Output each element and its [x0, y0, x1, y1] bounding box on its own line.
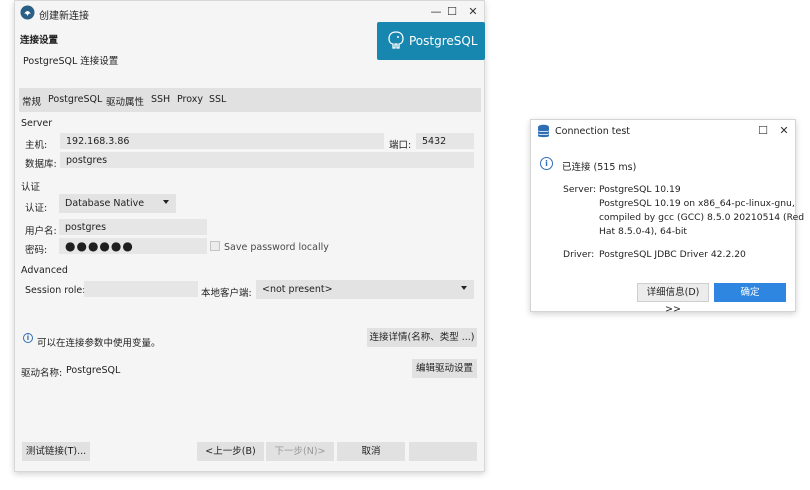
elephant-icon — [386, 30, 406, 53]
username-label: 用户名: — [25, 226, 57, 237]
window-title: 创建新连接 — [39, 11, 89, 22]
variables-info-text: 可以在连接参数中使用变量。 — [37, 338, 161, 349]
save-password-checkbox[interactable] — [210, 241, 220, 251]
details-button[interactable]: 详细信息(D) >> — [637, 283, 709, 315]
server-label: Server: — [563, 184, 597, 195]
port-label: 端口: — [389, 140, 412, 151]
host-input[interactable]: 192.168.3.86 — [60, 133, 384, 149]
save-password-label: Save password locally — [224, 242, 329, 253]
server-line-4: Hat 8.5.0-4), 64-bit — [599, 226, 688, 237]
conn-dialog-title: Connection test — [555, 126, 631, 137]
info-icon: i — [23, 333, 33, 343]
server-line-2: PostgreSQL 10.19 on x86_64-pc-linux-gnu, — [599, 198, 795, 209]
tab-proxy[interactable]: Proxy — [177, 94, 203, 105]
local-client-select[interactable]: <not present> — [256, 280, 474, 299]
chevron-down-icon — [163, 200, 169, 204]
driver-name-label: 驱动名称: — [21, 368, 63, 379]
test-connection-button[interactable]: 测试链接(T)... — [22, 442, 90, 461]
close-button[interactable]: ✕ — [466, 5, 480, 19]
tab-postgresql[interactable]: PostgreSQL — [48, 94, 102, 105]
cancel-button[interactable]: 取消 — [337, 442, 405, 461]
database-label: 数据库: — [25, 159, 57, 170]
tab-ssh[interactable]: SSH — [151, 94, 170, 105]
create-connection-dialog: 创建新连接 — ☐ ✕ 连接设置 PostgreSQL 连接设置 Postgre… — [14, 0, 485, 472]
tab-bar: 常规 PostgreSQL 驱动属性 SSH Proxy SSL — [19, 88, 481, 112]
banner-text: PostgreSQL — [409, 34, 478, 48]
connected-status: 已连接 (515 ms) — [562, 162, 637, 173]
host-label: 主机: — [25, 140, 48, 151]
server-line-1: PostgreSQL 10.19 — [599, 184, 681, 195]
driver-value: PostgreSQL JDBC Driver 42.2.20 — [599, 249, 746, 260]
auth-section-label: 认证 — [21, 182, 41, 193]
driver-label: Driver: — [563, 249, 595, 260]
server-section-label: Server — [21, 118, 53, 129]
maximize-button[interactable]: ☐ — [445, 5, 459, 19]
database-icon — [537, 124, 550, 142]
ok-button[interactable]: 确定 — [714, 283, 786, 302]
prev-step-button[interactable]: <上一步(B) — [197, 442, 264, 461]
tab-general[interactable]: 常规 — [22, 94, 41, 108]
conn-maximize-button[interactable]: ☐ — [756, 124, 770, 138]
finish-button[interactable] — [409, 442, 477, 461]
local-client-label: 本地客户端: — [201, 288, 252, 299]
advanced-section-label: Advanced — [21, 265, 68, 276]
section-title: 连接设置 — [20, 35, 59, 46]
conn-close-button[interactable]: ✕ — [777, 124, 791, 138]
tab-driver-properties[interactable]: 驱动属性 — [106, 94, 144, 108]
session-role-label: Session role: — [25, 285, 86, 296]
postgresql-banner: PostgreSQL — [377, 22, 485, 60]
auth-method-value: Database Native — [65, 198, 145, 209]
database-input[interactable]: postgres — [60, 152, 474, 168]
local-client-value: <not present> — [262, 284, 333, 295]
minimize-button[interactable]: — — [429, 5, 443, 19]
next-step-button[interactable]: 下一步(N)> — [266, 442, 334, 461]
edit-driver-settings-button[interactable]: 编辑驱动设置 — [412, 359, 477, 378]
connection-test-dialog: Connection test ☐ ✕ i 已连接 (515 ms) Serve… — [530, 119, 804, 315]
driver-name-value: PostgreSQL — [66, 365, 121, 376]
username-input[interactable]: postgres — [59, 219, 207, 235]
app-logo-icon — [20, 5, 35, 20]
session-role-input[interactable] — [84, 281, 198, 297]
password-label: 密码: — [25, 245, 48, 256]
chevron-down-icon — [461, 286, 467, 290]
password-input[interactable]: ●●●●●● — [59, 238, 207, 254]
info-icon: i — [540, 157, 553, 170]
tab-ssl[interactable]: SSL — [209, 94, 226, 105]
password-dots: ●●●●●● — [65, 239, 134, 253]
connection-details-button[interactable]: 连接详情(名称、类型 ...) — [367, 328, 477, 347]
auth-method-select[interactable]: Database Native — [59, 194, 176, 213]
page-subtitle: PostgreSQL 连接设置 — [23, 56, 119, 67]
auth-label: 认证: — [25, 203, 48, 214]
server-line-3: compiled by gcc (GCC) 8.5.0 20210514 (Re… — [599, 212, 805, 223]
port-input[interactable]: 5432 — [416, 133, 474, 149]
